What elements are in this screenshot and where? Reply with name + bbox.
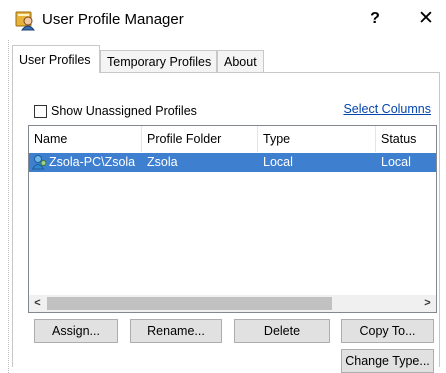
column-header-type[interactable]: Type [258,126,376,152]
tab-strip: User Profiles Temporary Profiles About [12,42,440,73]
window-title: User Profile Manager [42,11,184,28]
cell-type: Local [263,155,293,169]
title-bar[interactable]: User Profile Manager ? ✕ [0,0,446,40]
column-header-status[interactable]: Status [376,126,436,152]
show-unassigned-label: Show Unassigned Profiles [51,104,197,118]
copy-to-button[interactable]: Copy To... [341,319,434,343]
chevron-left-icon[interactable]: < [29,295,46,312]
tab-temporary-profiles[interactable]: Temporary Profiles [100,50,217,72]
select-columns-link[interactable]: Select Columns [343,102,431,116]
horizontal-scrollbar[interactable]: < > [29,295,436,312]
tab-user-profiles[interactable]: User Profiles [12,45,100,73]
assign-button[interactable]: Assign... [34,319,118,343]
show-unassigned-option[interactable]: Show Unassigned Profiles [34,103,197,119]
rename-button[interactable]: Rename... [130,319,222,343]
cell-profile-folder: Zsola [147,155,178,169]
show-unassigned-checkbox[interactable] [34,104,47,118]
table-row[interactable]: Zsola-PC\Zsola Zsola Local Local [29,153,436,172]
cell-name: Zsola-PC\Zsola [49,155,136,169]
tab-about[interactable]: About [217,50,264,72]
user-profile-manager-window: User Profile Manager ? ✕ User Profiles T… [0,0,446,373]
delete-button[interactable]: Delete [234,319,330,343]
help-button[interactable]: ? [362,6,388,32]
list-header: Name Profile Folder Type Status [29,126,436,152]
cell-status: Local [381,155,411,169]
user-profile-icon [14,9,36,31]
window-edge [0,38,9,373]
profile-list[interactable]: Name Profile Folder Type Status Zsola-PC… [28,125,437,313]
column-header-profile-folder[interactable]: Profile Folder [142,126,258,152]
close-button[interactable]: ✕ [412,6,440,32]
change-type-button[interactable]: Change Type... [341,349,434,373]
scrollbar-thumb[interactable] [47,297,332,310]
chevron-right-icon[interactable]: > [419,295,436,312]
column-header-name[interactable]: Name [29,126,142,152]
